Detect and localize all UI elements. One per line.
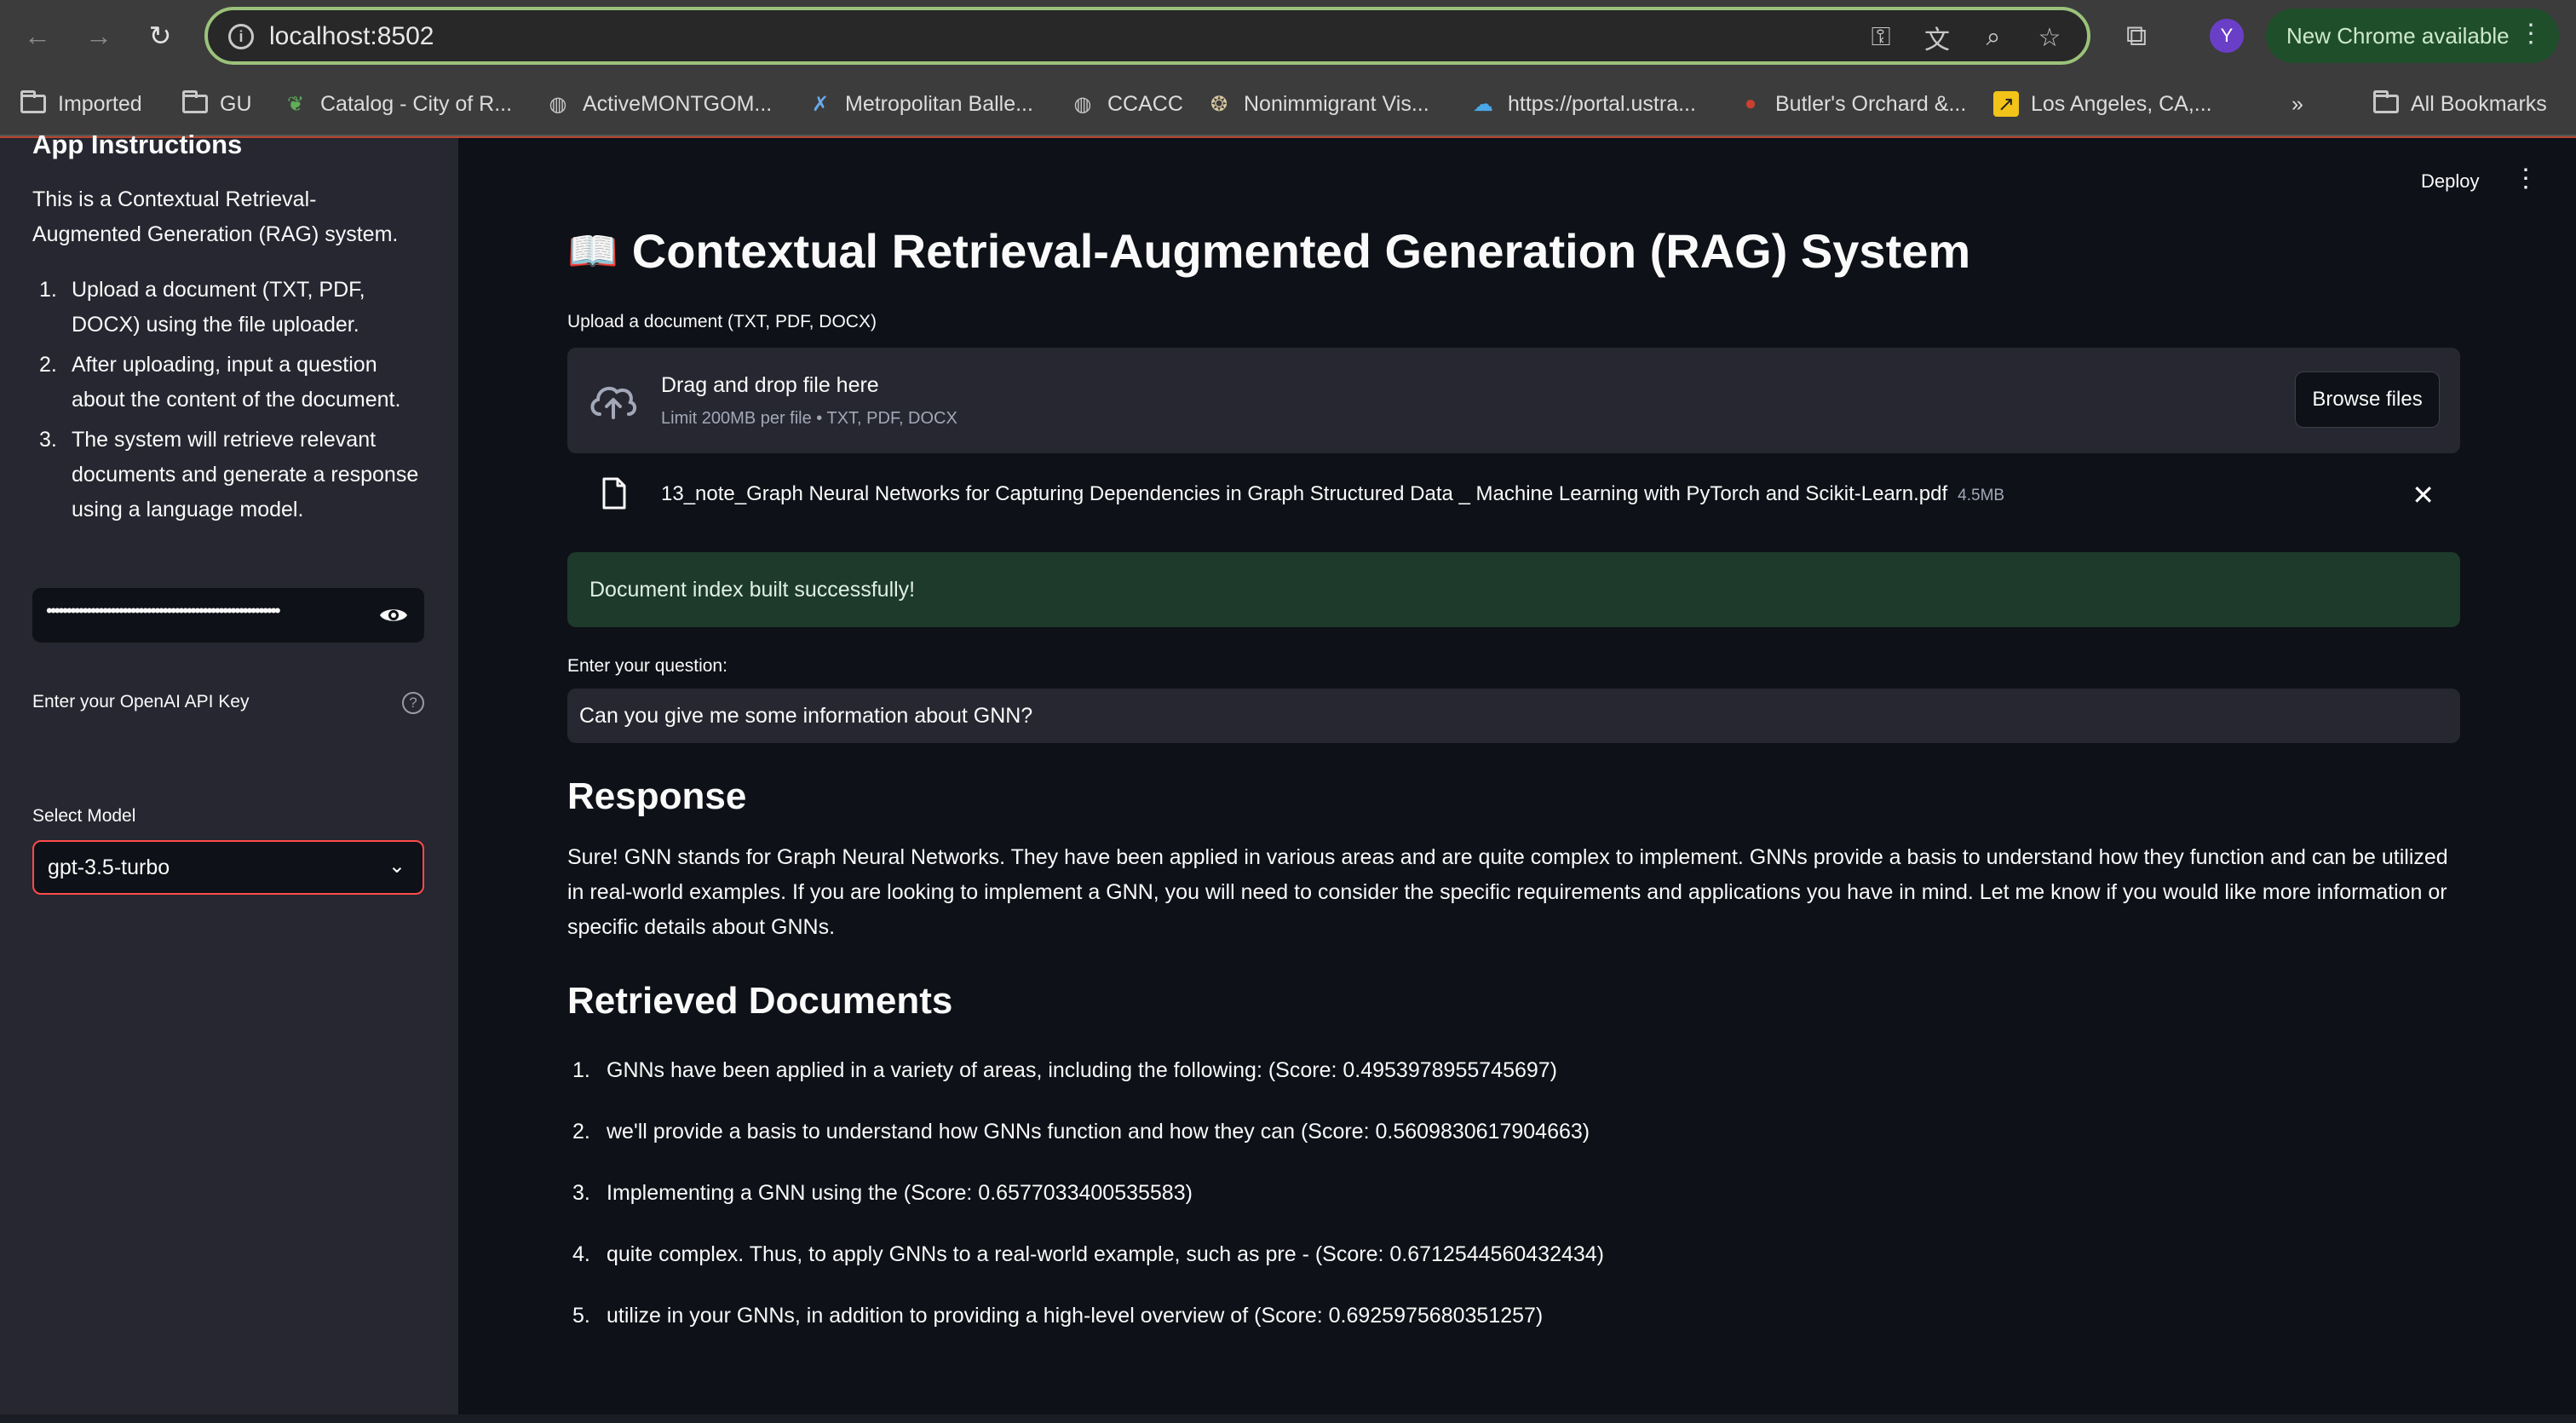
response-heading: Response [567,775,747,817]
bookmark-butlers-orchard[interactable]: ● Butler's Orchard &... [1738,87,1967,121]
file-size: 4.5MB [1958,487,2005,504]
cloud-icon: ☁ [1473,92,1493,116]
instruction-item: 1. Upload a document (TXT, PDF, DOCX) usi… [39,278,365,337]
forward-icon[interactable]: → [78,15,119,56]
retrieved-heading: Retrieved Documents [567,980,953,1022]
model-label: Select Model [32,806,136,826]
response-text: Sure! GNN stands for Graph Neural Networ… [567,845,2448,939]
browse-files-button[interactable]: Browse files [2295,372,2440,428]
book-icon: 📖 [567,229,618,274]
page-title: 📖 Contextual Retrieval-Augmented Generat… [567,223,1970,279]
arrow-icon: ↗ [1993,91,2019,117]
instruction-item: 3. The system will retrieve relevant docu… [39,428,419,521]
star-icon[interactable]: ☆ [2034,22,2065,53]
bottom-border [0,1414,2576,1423]
page-title-text: Contextual Retrieval-Augmented Generatio… [631,224,1971,278]
url-text[interactable]: localhost:8502 [269,22,434,51]
api-key-value[interactable]: ••••••••••••••••••••••••••••••••••••••••… [46,600,378,622]
bookmark-metropolitan-ballet[interactable]: ✗ Metropolitan Balle... [808,87,1033,121]
leaf-icon: ❦ [286,92,305,116]
folder-icon [182,90,208,113]
reload-icon[interactable]: ↻ [140,15,181,56]
retrieved-document: 4. quite complex. Thus, to apply GNNs to … [572,1242,1605,1266]
dropzone-limits: Limit 200MB per file • TXT, PDF, DOCX [661,409,957,428]
browser-toolbar: ← → ↻ i localhost:8502 ⚿ 文 ⌕ ☆ ⧉ Y New C… [0,0,2576,72]
dancer-icon: ✗ [811,92,830,116]
main-menu-icon[interactable]: ⋮ [2513,166,2539,192]
globe-icon: ◍ [1073,92,1092,116]
globe-icon: ◍ [549,92,567,116]
back-icon[interactable]: ← [17,15,58,56]
api-key-label: Enter your OpenAI API Key [32,692,250,712]
show-password-icon[interactable] [378,602,409,629]
site-info-icon[interactable]: i [228,24,254,49]
uploaded-file: 13_note_Graph Neural Networks for Captur… [567,474,2460,518]
dropzone-instructions: Drag and drop file here [661,373,879,397]
retrieved-document: 1. GNNs have been applied in a variety of… [572,1058,1558,1082]
bookmark-activemontgomery[interactable]: ◍ ActiveMONTGOM... [545,87,773,121]
sidebar-title: App Instructions [32,130,243,159]
bookmark-nonimmigrant-visa[interactable]: ❂ Nonimmigrant Vis... [1206,87,1429,121]
upload-label: Upload a document (TXT, PDF, DOCX) [567,312,877,331]
retrieved-document: 5. utilize in your GNNs, in addition to p… [572,1304,1544,1328]
retrieved-documents-list: 1. GNNs have been applied in a variety of… [567,1050,2458,1357]
api-key-input[interactable]: ••••••••••••••••••••••••••••••••••••••••… [32,588,424,642]
zoom-icon[interactable]: ⌕ [1978,22,2009,53]
orchard-icon: ● [1744,92,1757,115]
success-alert: Document index built successfully! [567,552,2460,627]
bookmarks-bar: Imported GU ❦ Catalog - City of R... ◍ Act… [0,72,2576,136]
sidebar-description: This is a Contextual Retrieval-Augmented… [32,187,399,246]
bookmarks-overflow-icon[interactable]: » [2291,87,2303,121]
bookmark-portal[interactable]: ☁ https://portal.ustra... [1470,87,1696,121]
question-input[interactable]: Can you give me some information about G… [567,688,2460,743]
bookmark-all-bookmarks[interactable]: All Bookmarks [2373,87,2547,121]
bookmark-catalog[interactable]: ❦ Catalog - City of R... [283,87,512,121]
bookmark-imported[interactable]: Imported [20,87,142,121]
instruction-item: 2. After uploading, input a question abou… [39,353,401,412]
question-label: Enter your question: [567,656,727,676]
menu-dots-icon[interactable]: ⋮ [2518,19,2544,49]
extensions-icon[interactable]: ⧉ [2118,17,2155,55]
instructions-list: 1. Upload a document (TXT, PDF, DOCX) usi… [32,273,433,533]
help-icon[interactable]: ? [402,692,424,714]
update-label: New Chrome available [2286,22,2510,49]
key-icon[interactable]: ⚿ [1866,22,1896,53]
bookmark-los-angeles[interactable]: ↗ Los Angeles, CA,... [1993,87,2212,121]
bookmark-ccacc[interactable]: ◍ CCACC [1070,87,1183,121]
profile-avatar[interactable]: Y [2210,19,2244,53]
update-chrome-button[interactable]: New Chrome available ⋮ [2266,9,2559,63]
deploy-button[interactable]: Deploy [2421,170,2479,193]
file-dropzone[interactable]: Drag and drop file here Limit 200MB per … [567,348,2460,453]
cloud-upload-icon [590,386,636,419]
translate-icon[interactable]: 文 [1922,22,1952,55]
model-select-value[interactable]: gpt-3.5-turbo [48,856,170,880]
bookmark-gu[interactable]: GU [182,87,252,121]
retrieved-document: 2. we'll provide a basis to understand ho… [572,1120,1590,1144]
model-select[interactable]: gpt-3.5-turbo ⌄ [32,840,424,895]
folder-icon [2373,90,2399,113]
folder-icon [20,90,46,113]
retrieved-document: 3. Implementing a GNN using the (Score: 0… [572,1181,1193,1205]
file-icon [602,477,626,510]
file-name: 13_note_Graph Neural Networks for Captur… [661,482,1948,505]
seal-icon: ❂ [1210,92,1228,116]
remove-file-icon[interactable]: ✕ [2412,479,2435,511]
address-bar[interactable]: i localhost:8502 ⚿ 文 ⌕ ☆ [204,7,2090,65]
chevron-down-icon[interactable]: ⌄ [388,854,405,879]
